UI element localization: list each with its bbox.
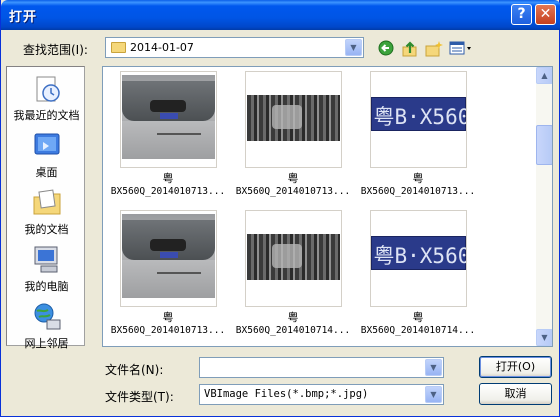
scroll-down-button[interactable]: ▼ [536, 329, 552, 346]
file-thumbnail [119, 71, 217, 168]
places-bar: 我最近的文档 桌面 我的文档 我的电脑 网上邻居 [6, 66, 86, 350]
network-places-icon [31, 301, 63, 333]
filetype-label: 文件类型(T): [105, 390, 174, 404]
place-label: 我的文档 [24, 223, 69, 236]
file-name-line2: BX560Q_2014010714... [360, 325, 476, 336]
title-bar[interactable]: 打开 ? ✕ [1, 0, 560, 30]
open-file-dialog: 打开 ? ✕ 查找范围(I): 2014-01-07 ▼ 我最近的文档 桌面 我… [0, 0, 560, 417]
file-item[interactable]: 粤B·X560Q 粤 BX560Q_2014010714... [357, 210, 479, 337]
chevron-down-icon[interactable]: ▼ [425, 359, 442, 376]
place-desktop[interactable]: 桌面 [7, 130, 86, 180]
recent-documents-icon [31, 73, 63, 105]
place-label: 我最近的文档 [13, 109, 80, 122]
place-network[interactable]: 网上邻居 [7, 301, 86, 351]
chevron-down-icon[interactable]: ▼ [345, 39, 362, 56]
view-menu-button[interactable] [449, 40, 473, 58]
file-list-view[interactable]: 粤 BX560Q_2014010713... 粤 BX560Q_20140107… [102, 66, 553, 347]
back-arrow-icon [378, 40, 394, 56]
filename-combo[interactable]: ▼ [199, 357, 444, 378]
place-label: 网上邻居 [24, 337, 69, 350]
back-button[interactable] [377, 40, 395, 58]
filename-label: 文件名(N): [105, 363, 164, 377]
file-name-line1: 粤 [162, 172, 174, 185]
help-button[interactable]: ? [511, 4, 532, 25]
cancel-button[interactable]: 取消 [479, 383, 552, 405]
up-folder-icon [402, 41, 417, 57]
file-name-line2: BX560Q_2014010713... [110, 325, 226, 336]
file-name-line2: BX560Q_2014010713... [360, 186, 476, 197]
plate-image-text: 粤B·X560Q [373, 105, 466, 129]
file-name-line1: 粤 [412, 172, 424, 185]
place-label: 我的电脑 [24, 280, 69, 293]
file-name-line1: 粤 [412, 311, 424, 324]
file-item[interactable]: 粤 BX560Q_2014010713... [107, 210, 229, 337]
place-my-documents[interactable]: 我的文档 [7, 187, 86, 237]
file-name-line2: BX560Q_2014010714... [235, 325, 351, 336]
file-thumbnail: 粤B·X560Q [369, 210, 467, 307]
file-name-line1: 粤 [287, 172, 299, 185]
file-name-line1: 粤 [162, 311, 174, 324]
file-thumbnail [244, 210, 342, 307]
file-name-line2: BX560Q_2014010713... [235, 186, 351, 197]
window-title: 打开 [9, 10, 38, 25]
view-menu-icon [449, 41, 471, 55]
file-item[interactable]: 粤 BX560Q_2014010713... [232, 71, 354, 198]
file-thumbnail [244, 71, 342, 168]
file-name-line2: BX560Q_2014010713... [110, 186, 226, 197]
vertical-scrollbar[interactable]: ▲ ▼ [536, 67, 552, 346]
look-in-value: 2014-01-07 [130, 41, 194, 54]
desktop-icon [31, 130, 63, 162]
place-my-computer[interactable]: 我的电脑 [7, 244, 86, 294]
up-folder-button[interactable] [401, 40, 419, 58]
file-item[interactable]: 粤 BX560Q_2014010713... [107, 71, 229, 198]
file-thumbnail: 粤B·X560Q [369, 71, 467, 168]
place-label: 桌面 [35, 166, 58, 179]
new-folder-icon [425, 41, 443, 57]
my-documents-icon [31, 187, 63, 219]
scroll-thumb[interactable] [536, 125, 552, 165]
file-thumbnail [119, 210, 217, 307]
file-name-line1: 粤 [287, 311, 299, 324]
close-button[interactable]: ✕ [535, 4, 556, 25]
new-folder-button[interactable] [425, 40, 443, 58]
look-in-combo[interactable]: 2014-01-07 ▼ [105, 37, 364, 58]
file-item[interactable]: 粤 BX560Q_2014010714... [232, 210, 354, 337]
filetype-value: VBImage Files(*.bmp;*.jpg) [204, 388, 369, 400]
file-item[interactable]: 粤B·X560Q 粤 BX560Q_2014010713... [357, 71, 479, 198]
open-button[interactable]: 打开(O) [479, 356, 552, 378]
place-recent-documents[interactable]: 我最近的文档 [7, 73, 86, 123]
plate-image-text: 粤B·X560Q [373, 244, 466, 268]
look-in-label: 查找范围(I): [23, 43, 88, 57]
scroll-up-button[interactable]: ▲ [536, 67, 552, 84]
chevron-down-icon[interactable]: ▼ [425, 386, 442, 403]
folder-icon [111, 42, 126, 53]
my-computer-icon [31, 244, 63, 276]
filetype-select[interactable]: VBImage Files(*.bmp;*.jpg) ▼ [199, 384, 444, 405]
